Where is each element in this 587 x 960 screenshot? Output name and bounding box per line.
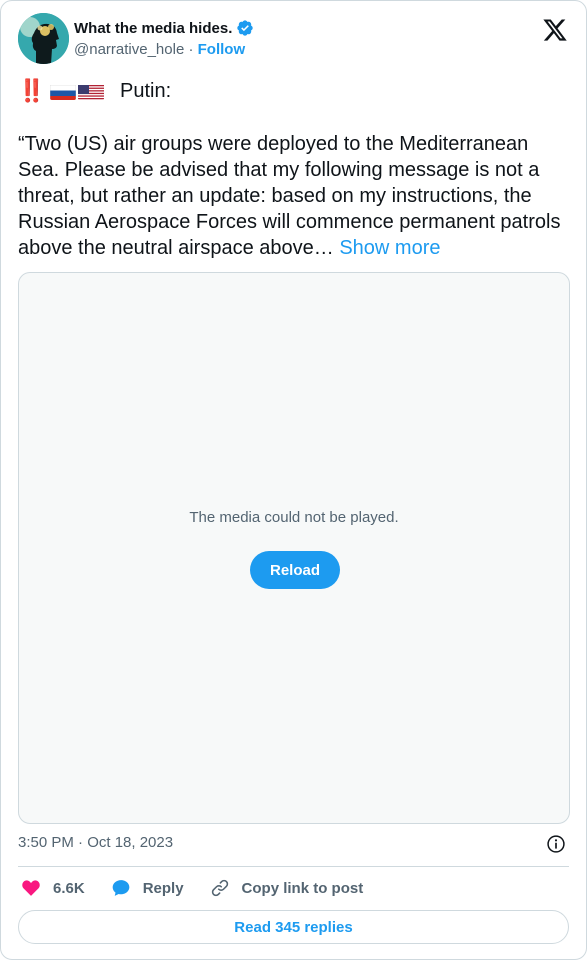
copy-link-button[interactable]: Copy link to post bbox=[210, 878, 364, 898]
flag-usa-icon bbox=[78, 83, 104, 100]
avatar[interactable] bbox=[18, 13, 69, 64]
post-text: ‼️ Putin: “Two (US) air groups were depl… bbox=[18, 77, 573, 261]
handle-separator: · bbox=[184, 41, 198, 58]
show-more-link[interactable]: Show more bbox=[339, 237, 440, 259]
author-name-row: What the media hides. bbox=[74, 19, 254, 37]
post-text-first-line: ‼️ Putin: bbox=[18, 77, 573, 105]
post-header: What the media hides. @narrative_hole · … bbox=[18, 13, 570, 65]
double-exclamation-emoji: ‼️ bbox=[18, 78, 45, 103]
post-timestamp[interactable]: 3:50 PM · Oct 18, 2023 bbox=[18, 834, 173, 851]
reply-button[interactable]: Reply bbox=[111, 878, 184, 898]
embedded-post-card: What the media hides. @narrative_hole · … bbox=[0, 0, 587, 960]
post-speaker: Putin: bbox=[120, 80, 172, 102]
media-player: The media could not be played. Reload bbox=[18, 272, 570, 824]
like-count: 6.6K bbox=[53, 879, 85, 897]
like-button[interactable]: 6.6K bbox=[21, 878, 85, 898]
author-display-name[interactable]: What the media hides. bbox=[74, 20, 232, 37]
speech-bubble-icon bbox=[112, 880, 130, 896]
verified-badge-icon bbox=[237, 20, 254, 36]
author-handle[interactable]: @narrative_hole bbox=[74, 41, 184, 58]
post-body-text: “Two (US) air groups were deployed to th… bbox=[18, 133, 561, 259]
avatar-head-icon bbox=[18, 13, 69, 64]
media-error-message: The media could not be played. bbox=[189, 509, 399, 526]
copy-link-label: Copy link to post bbox=[241, 879, 364, 897]
reload-button[interactable]: Reload bbox=[250, 551, 340, 589]
heart-icon bbox=[22, 880, 40, 896]
post-body: “Two (US) air groups were deployed to th… bbox=[18, 131, 573, 261]
divider bbox=[18, 866, 569, 867]
flag-russia-icon bbox=[50, 83, 76, 100]
reply-label: Reply bbox=[142, 879, 184, 897]
follow-button[interactable]: Follow bbox=[198, 41, 246, 58]
author-handle-row: @narrative_hole · Follow bbox=[74, 41, 245, 58]
link-icon bbox=[211, 879, 228, 897]
info-icon[interactable] bbox=[546, 834, 566, 854]
post-actions: 6.6K Reply Copy link to post bbox=[21, 877, 389, 899]
x-logo-icon[interactable] bbox=[542, 17, 568, 43]
read-replies-button[interactable]: Read 345 replies bbox=[18, 910, 569, 944]
